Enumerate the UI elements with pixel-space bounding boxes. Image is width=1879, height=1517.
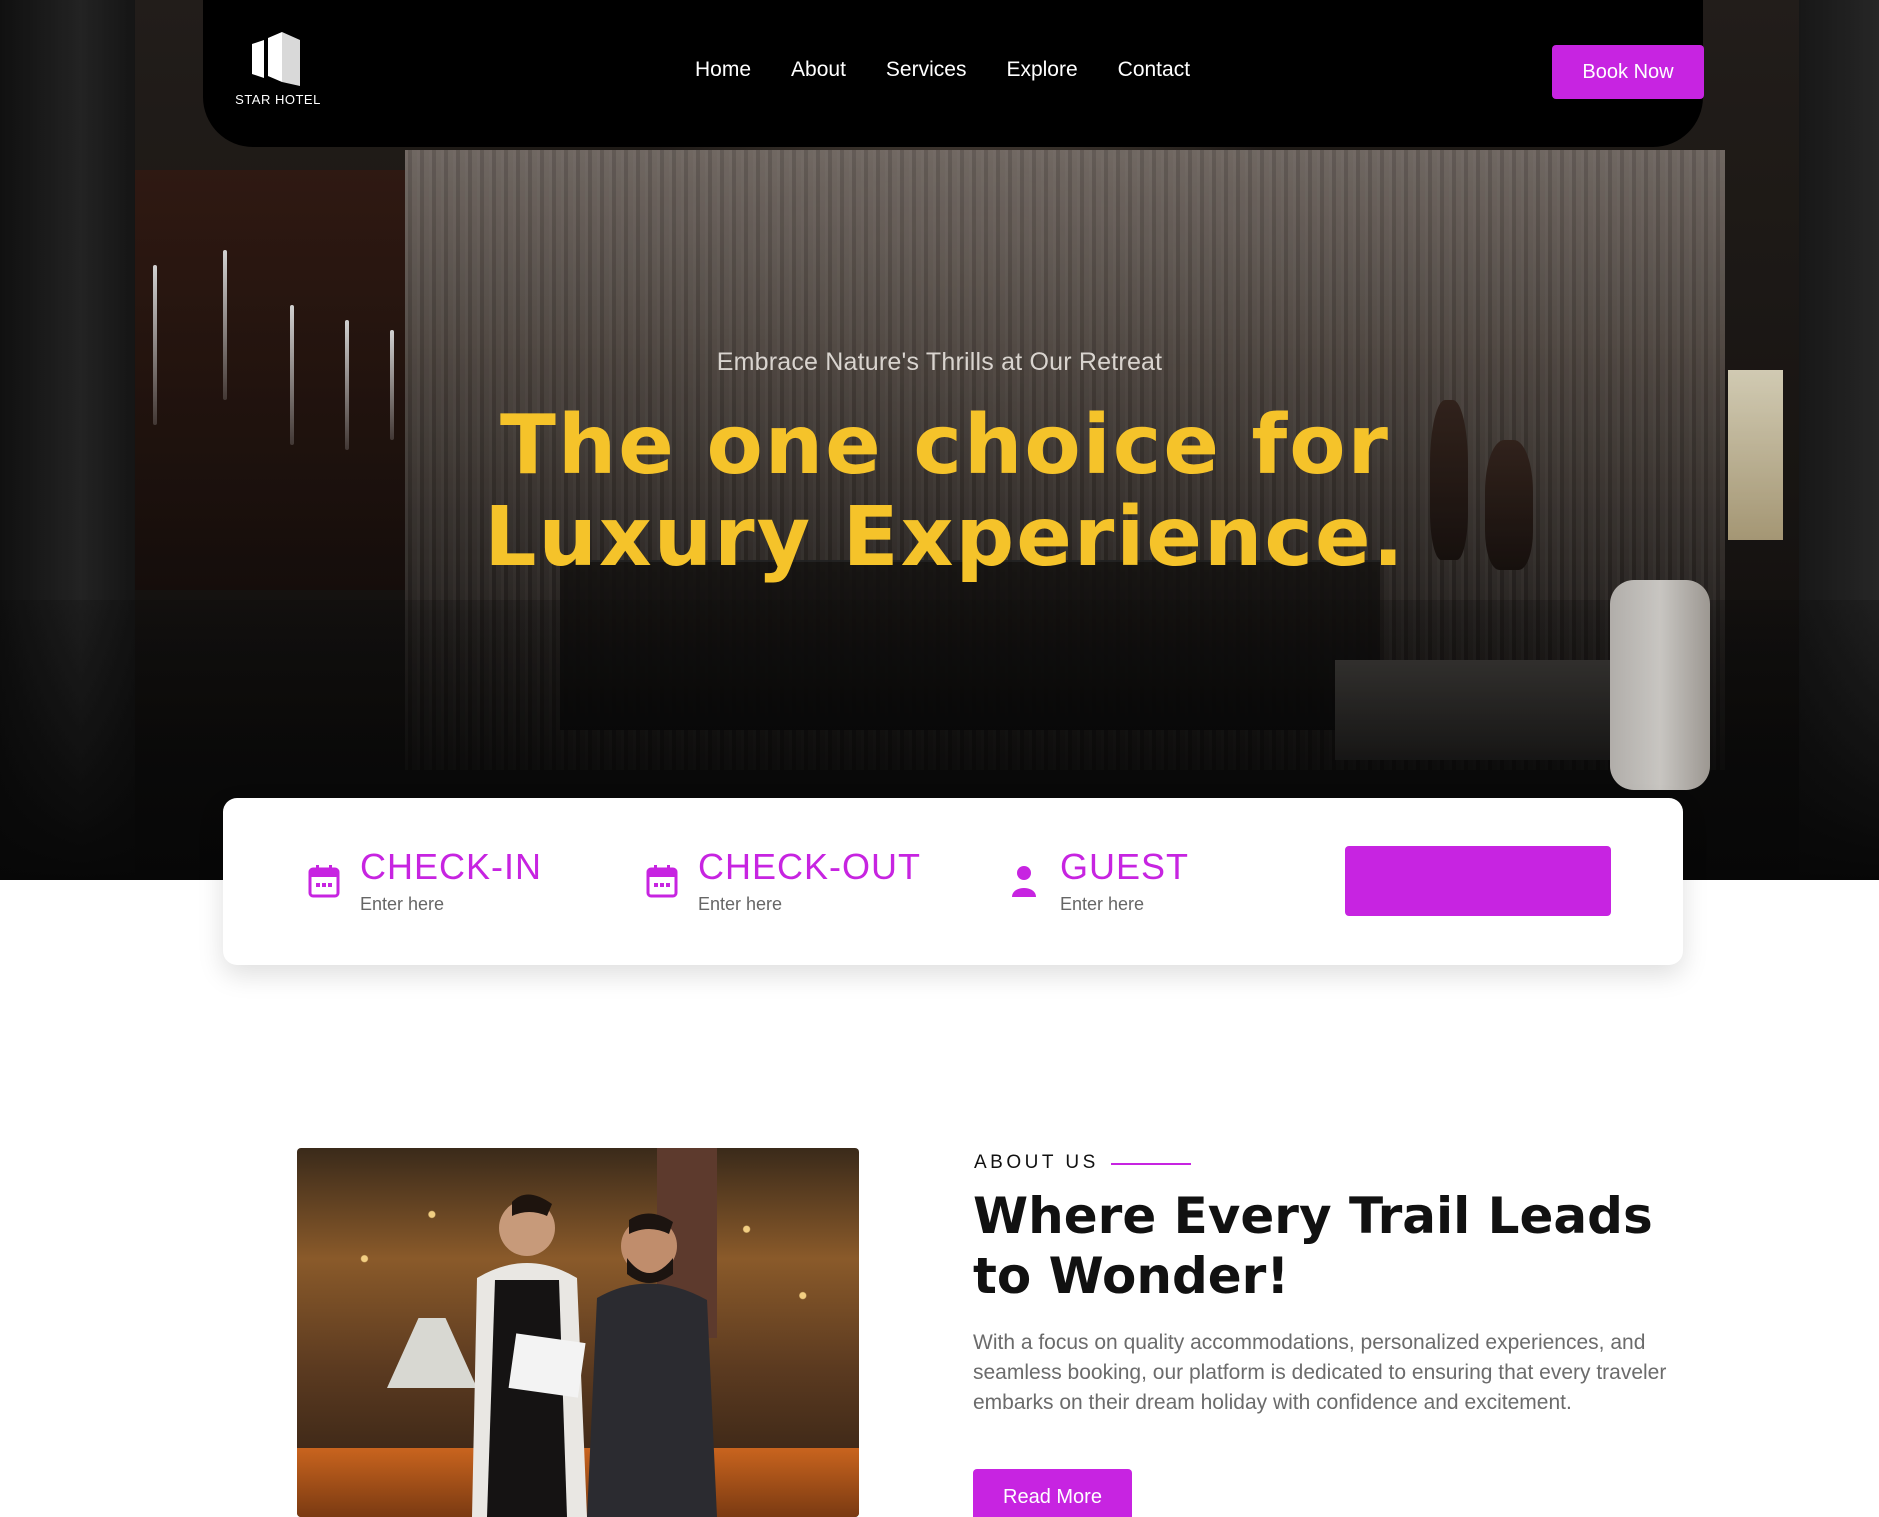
top-navbar: STAR HOTEL Home About Services Explore C… [203, 0, 1704, 147]
guest-label: GUEST [1060, 846, 1190, 887]
nav-link-explore[interactable]: Explore [1006, 58, 1077, 82]
about-image [297, 1148, 859, 1517]
hero-headline: The one choice for Luxury Experience. [0, 400, 1879, 584]
search-availability-button[interactable] [1345, 846, 1611, 916]
nav-links: Home About Services Explore Contact [695, 58, 1190, 82]
user-icon [1012, 866, 1036, 897]
hero-headline-line1: The one choice for [500, 398, 1390, 493]
check-out-label: CHECK-OUT [698, 846, 921, 887]
about-title: Where Every Trail Leads to Wonder! [973, 1187, 1653, 1305]
book-now-button[interactable]: Book Now [1552, 45, 1704, 99]
check-out-input[interactable] [698, 894, 878, 915]
calendar-icon [308, 865, 340, 898]
nav-link-contact[interactable]: Contact [1118, 58, 1190, 82]
people-photo-figures [472, 1194, 717, 1517]
calendar-icon [646, 865, 678, 898]
hero-headline-line2: Luxury Experience. [484, 490, 1406, 585]
booking-form: CHECK-IN CHECK-OUT GUEST [223, 798, 1683, 965]
check-in-label: CHECK-IN [360, 846, 543, 887]
guest-input[interactable] [1060, 894, 1240, 915]
nav-link-services[interactable]: Services [886, 58, 967, 82]
about-kicker: ABOUT US [974, 1152, 1099, 1173]
building-logo-icon [252, 32, 300, 86]
check-in-input[interactable] [360, 894, 540, 915]
hero-tagline: Embrace Nature's Thrills at Our Retreat [716, 348, 1163, 376]
about-description: With a focus on quality accommodations, … [973, 1331, 1667, 1414]
about-kicker-divider [1111, 1163, 1191, 1165]
brand-name: STAR HOTEL [235, 92, 321, 107]
nav-link-about[interactable]: About [791, 58, 846, 82]
nav-link-home[interactable]: Home [695, 58, 751, 82]
read-more-button[interactable]: Read More [973, 1469, 1132, 1517]
brand-logo[interactable]: STAR HOTEL [233, 28, 323, 112]
